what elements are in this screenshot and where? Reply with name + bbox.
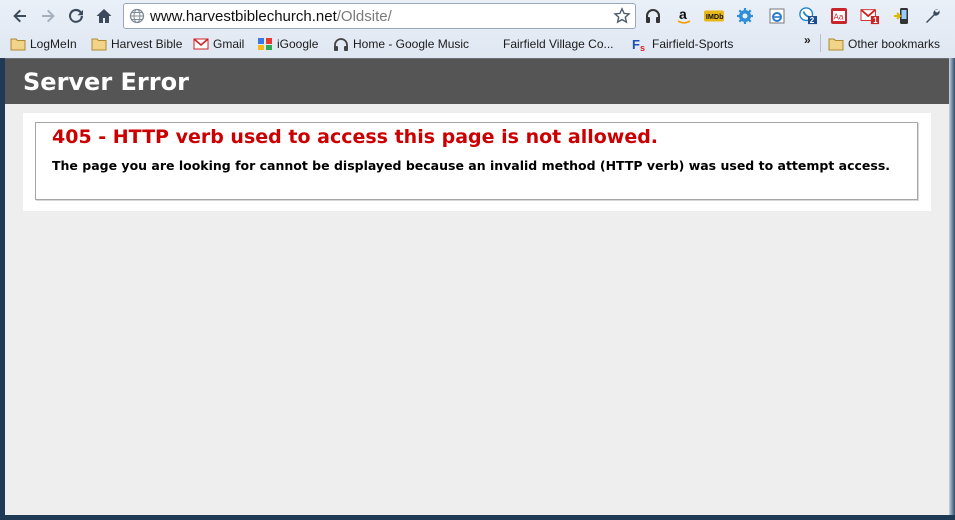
- amazon-icon: a: [677, 7, 691, 24]
- skype-extension[interactable]: 2: [798, 6, 818, 26]
- ie-tab-icon: [769, 8, 785, 24]
- home-button[interactable]: [93, 5, 115, 27]
- bookmark-label: Fairfield Village Co...: [503, 37, 614, 51]
- bookmarks-bar: LogMeIn Harvest Bible Gmail iGoogle Home…: [0, 32, 955, 54]
- address-bar[interactable]: www.harvestbiblechurch.net/Oldsite/: [123, 3, 636, 29]
- skype-icon: 2: [799, 7, 817, 25]
- imdb-extension[interactable]: IMDb: [704, 6, 724, 26]
- error-title: 405 - HTTP verb used to access this page…: [52, 126, 659, 148]
- back-button[interactable]: [9, 5, 31, 27]
- gmail-icon: [193, 38, 209, 50]
- dictionary-extension[interactable]: Aa: [829, 6, 849, 26]
- headphones-icon: [646, 9, 660, 23]
- bookmark-label: Other bookmarks: [848, 37, 941, 51]
- gear-icon: [737, 8, 753, 24]
- amazon-extension[interactable]: a: [674, 6, 694, 26]
- google-music-extension[interactable]: [643, 6, 663, 26]
- bookmark-other-bookmarks[interactable]: Other bookmarks: [828, 35, 940, 53]
- phone-icon: [894, 8, 908, 24]
- error-content: 405 - HTTP verb used to access this page…: [23, 113, 931, 211]
- bookmark-label: Gmail: [213, 37, 245, 51]
- folder-icon: [828, 38, 844, 51]
- ie-tab-extension[interactable]: [767, 6, 787, 26]
- address-url[interactable]: www.harvestbiblechurch.net/Oldsite/: [150, 8, 392, 25]
- window-frame-bottom: [0, 515, 955, 520]
- globe-icon: [129, 8, 145, 24]
- fs-icon: Fs: [632, 37, 645, 51]
- bookmark-harvest-bible[interactable]: Harvest Bible: [91, 35, 182, 53]
- error-message: The page you are looking for cannot be d…: [52, 158, 891, 173]
- browser-chrome: www.harvestbiblechurch.net/Oldsite/ a IM…: [0, 0, 955, 58]
- page-title: Server Error: [23, 68, 189, 96]
- bookmark-fairfield-sports[interactable]: Fs Fairfield-Sports: [632, 35, 733, 53]
- bookmark-igoogle[interactable]: iGoogle: [257, 35, 318, 53]
- gmail-notifier-extension[interactable]: 1: [860, 6, 880, 26]
- svg-text:F: F: [632, 37, 640, 51]
- page-viewport: Server Error 405 - HTTP verb used to acc…: [5, 58, 949, 515]
- bookmark-fairfield-village[interactable]: Fairfield Village Co...: [503, 35, 614, 53]
- forward-button[interactable]: [37, 5, 59, 27]
- gmail-badge: 1: [873, 16, 878, 25]
- bookmark-label: Harvest Bible: [111, 37, 183, 51]
- home-icon: [96, 9, 112, 23]
- browser-toolbar: www.harvestbiblechurch.net/Oldsite/ a IM…: [0, 0, 955, 32]
- back-arrow-icon: [13, 9, 26, 23]
- bookmark-google-music[interactable]: Home - Google Music: [333, 35, 469, 53]
- bookmarks-separator: [820, 34, 821, 52]
- bookmark-label: LogMeIn: [30, 37, 77, 51]
- igoogle-icon: [258, 38, 272, 50]
- bookmark-gmail[interactable]: Gmail: [193, 35, 244, 53]
- skype-badge: 2: [810, 16, 815, 25]
- imdb-icon: IMDb: [704, 10, 724, 22]
- amazon-letter: a: [679, 7, 687, 22]
- more-bookmarks-chevron[interactable]: »: [804, 33, 811, 47]
- wrench-icon: [926, 9, 940, 23]
- dictionary-icon: Aa: [831, 8, 847, 24]
- dictionary-label: Aa: [834, 13, 844, 22]
- window-frame-right: [949, 58, 955, 520]
- phone-extension[interactable]: [892, 6, 912, 26]
- gmail-notifier-icon: 1: [860, 9, 879, 25]
- reload-button[interactable]: [65, 5, 87, 27]
- error-fieldset: 405 - HTTP verb used to access this page…: [35, 122, 918, 200]
- bookmark-logmein[interactable]: LogMeIn: [10, 35, 77, 53]
- wrench-menu-button[interactable]: [923, 6, 943, 26]
- bookmark-star-icon[interactable]: [613, 7, 631, 25]
- folder-icon: [10, 38, 26, 51]
- imdb-label: IMDb: [706, 12, 724, 21]
- folder-icon: [91, 38, 107, 51]
- bookmark-label: Fairfield-Sports: [652, 37, 734, 51]
- reload-icon: [69, 8, 83, 23]
- bookmark-label: iGoogle: [277, 37, 319, 51]
- url-host: www.harvestbiblechurch.net: [150, 8, 337, 25]
- settings-extension[interactable]: [735, 6, 755, 26]
- headphones-icon: [334, 38, 348, 51]
- svg-text:s: s: [640, 43, 645, 51]
- forward-arrow-icon: [42, 9, 55, 23]
- url-path: /Oldsite/: [336, 8, 392, 25]
- bookmark-label: Home - Google Music: [353, 37, 470, 51]
- error-header: Server Error: [5, 58, 949, 104]
